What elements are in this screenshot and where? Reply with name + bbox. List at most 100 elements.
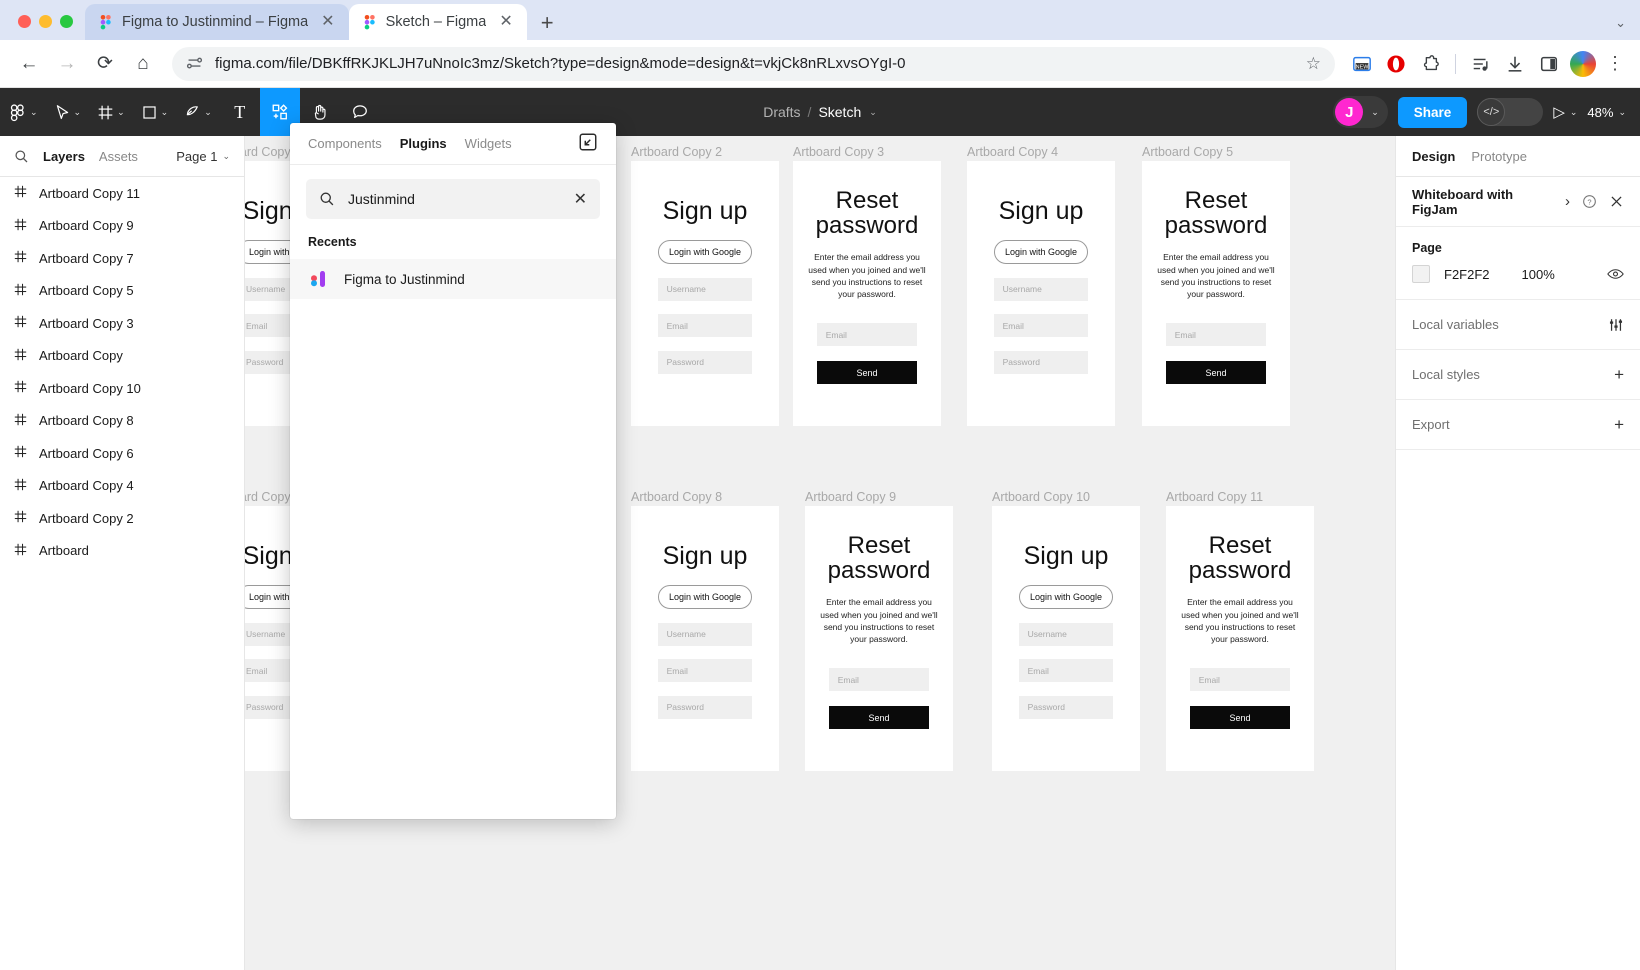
playlist-music-icon[interactable] bbox=[1466, 49, 1496, 79]
page-color-swatch[interactable] bbox=[1412, 265, 1430, 283]
artboard[interactable]: ResetpasswordEnter the email address you… bbox=[805, 506, 953, 771]
frame-icon bbox=[14, 250, 27, 266]
breadcrumb-project[interactable]: Drafts bbox=[763, 104, 800, 120]
plugin-list-item[interactable]: Figma to Justinmind bbox=[290, 259, 616, 299]
variables-sliders-icon[interactable] bbox=[1608, 317, 1624, 333]
tab-design[interactable]: Design bbox=[1412, 149, 1455, 164]
window-menu-chevron-icon[interactable]: ⌄ bbox=[1615, 15, 1626, 31]
pen-tool-button[interactable]: ⌄ bbox=[176, 88, 220, 136]
dev-mode-toggle[interactable]: </> bbox=[1477, 98, 1543, 126]
site-settings-icon[interactable] bbox=[186, 55, 203, 72]
layer-row[interactable]: Artboard Copy 6 bbox=[0, 437, 244, 470]
avatar-chevron-icon[interactable]: ⌄ bbox=[1371, 107, 1379, 118]
layer-row[interactable]: Artboard Copy 11 bbox=[0, 177, 244, 210]
address-bar[interactable]: figma.com/file/DBKffRKJKLJH7uNnoIc3mz/Sk… bbox=[172, 47, 1335, 81]
artboard-label[interactable]: Artboard Copy 5 bbox=[1142, 145, 1233, 159]
eye-icon[interactable] bbox=[1607, 267, 1624, 281]
tab-widgets[interactable]: Widgets bbox=[465, 136, 512, 151]
new-badge-icon[interactable]: NEW bbox=[1347, 49, 1377, 79]
browser-menu-button[interactable]: ⋮ bbox=[1602, 57, 1628, 70]
tab-prototype[interactable]: Prototype bbox=[1471, 149, 1527, 164]
artboard[interactable]: ResetpasswordEnter the email address you… bbox=[1142, 161, 1290, 426]
tab-components[interactable]: Components bbox=[308, 136, 382, 151]
breadcrumb-chevron-icon[interactable]: ⌄ bbox=[869, 107, 877, 118]
artboard[interactable]: Sign upLogin with GoogleUsernameEmailPas… bbox=[967, 161, 1115, 426]
side-panel-icon[interactable] bbox=[1534, 49, 1564, 79]
close-icon[interactable] bbox=[1609, 194, 1624, 209]
layer-row[interactable]: Artboard Copy 5 bbox=[0, 275, 244, 308]
layer-row[interactable]: Artboard Copy 9 bbox=[0, 210, 244, 243]
artboard[interactable]: Sign upLogin with GoogleUsernameEmailPas… bbox=[992, 506, 1140, 771]
move-tool-button[interactable]: ⌄ bbox=[46, 88, 90, 136]
close-window-button[interactable] bbox=[18, 15, 31, 28]
clear-search-icon[interactable]: ✕ bbox=[574, 189, 587, 209]
artboard-label[interactable]: Artboard Copy 4 bbox=[967, 145, 1058, 159]
artboard-label[interactable]: Artboard Copy 9 bbox=[805, 490, 896, 504]
plugin-search-box[interactable]: Justinmind ✕ bbox=[306, 179, 600, 219]
layer-row[interactable]: Artboard Copy 4 bbox=[0, 470, 244, 503]
layer-row[interactable]: Artboard Copy bbox=[0, 340, 244, 373]
back-button[interactable]: ← bbox=[12, 47, 46, 81]
present-button[interactable]: ▷ ⌄ bbox=[1553, 103, 1577, 121]
download-icon[interactable] bbox=[1500, 49, 1530, 79]
collaborator-avatars[interactable]: J ⌄ bbox=[1333, 96, 1388, 128]
layer-row[interactable]: Artboard Copy 2 bbox=[0, 502, 244, 535]
export-row[interactable]: Export + bbox=[1396, 400, 1640, 450]
tab-assets[interactable]: Assets bbox=[99, 149, 138, 164]
browser-tab-close-icon[interactable]: ✕ bbox=[317, 12, 338, 32]
browser-tab-0[interactable]: Figma to Justinmind – Figma ✕ bbox=[85, 4, 349, 40]
local-styles-row[interactable]: Local styles + bbox=[1396, 350, 1640, 400]
artboard-label[interactable]: Artboard Copy 10 bbox=[992, 490, 1090, 504]
layer-row[interactable]: Artboard bbox=[0, 535, 244, 568]
home-button[interactable]: ⌂ bbox=[126, 47, 160, 81]
profile-avatar-icon[interactable] bbox=[1568, 49, 1598, 79]
login-with-google-button: Login with Google bbox=[658, 585, 753, 610]
artboard-label[interactable]: Artboard Copy bbox=[245, 145, 291, 159]
breadcrumb-file[interactable]: Sketch bbox=[818, 104, 861, 120]
add-local-style-icon[interactable]: + bbox=[1614, 365, 1624, 385]
tab-layers[interactable]: Layers bbox=[43, 149, 85, 164]
artboard[interactable]: Sign upLogin with GoogleUsernameEmailPas… bbox=[631, 506, 779, 771]
new-tab-button[interactable]: + bbox=[527, 12, 566, 40]
minimize-window-button[interactable] bbox=[39, 15, 52, 28]
figma-menu-button[interactable]: ⌄ bbox=[0, 88, 46, 136]
text-tool-button[interactable]: T bbox=[220, 88, 260, 136]
layer-row[interactable]: Artboard Copy 8 bbox=[0, 405, 244, 438]
extensions-puzzle-icon[interactable] bbox=[1415, 49, 1445, 79]
tab-plugins[interactable]: Plugins bbox=[400, 136, 447, 151]
layer-row[interactable]: Artboard Copy 7 bbox=[0, 242, 244, 275]
page-selector[interactable]: Page 1 ⌄ bbox=[176, 149, 230, 164]
chevron-right-icon[interactable]: › bbox=[1565, 193, 1570, 210]
reload-button[interactable]: ⟳ bbox=[88, 47, 122, 81]
zoom-control[interactable]: 48% ⌄ bbox=[1587, 105, 1626, 120]
layer-row[interactable]: Artboard Copy 3 bbox=[0, 307, 244, 340]
page-color-hex[interactable]: F2F2F2 bbox=[1444, 267, 1490, 282]
add-export-icon[interactable]: + bbox=[1614, 415, 1624, 435]
page-color-opacity[interactable]: 100% bbox=[1522, 267, 1555, 282]
frame-tool-button[interactable]: ⌄ bbox=[89, 88, 133, 136]
browser-tab-1[interactable]: Sketch – Figma ✕ bbox=[349, 4, 527, 40]
artboard[interactable]: Sign upLogin with GoogleUsernameEmailPas… bbox=[631, 161, 779, 426]
maximize-window-button[interactable] bbox=[60, 15, 73, 28]
expand-panel-icon[interactable] bbox=[578, 132, 598, 155]
forward-button[interactable]: → bbox=[50, 47, 84, 81]
browser-tab-close-icon[interactable]: ✕ bbox=[495, 12, 516, 32]
artboard-label[interactable]: Artboard Copy 8 bbox=[631, 490, 722, 504]
whiteboard-figjam-row[interactable]: Whiteboard with FigJam › ? bbox=[1396, 177, 1640, 227]
plugin-search-input[interactable]: Justinmind bbox=[348, 191, 561, 207]
local-variables-row[interactable]: Local variables bbox=[1396, 300, 1640, 350]
layer-row[interactable]: Artboard Copy 10 bbox=[0, 372, 244, 405]
avatar[interactable]: J bbox=[1335, 98, 1363, 126]
opera-red-icon[interactable] bbox=[1381, 49, 1411, 79]
artboard[interactable]: ResetpasswordEnter the email address you… bbox=[793, 161, 941, 426]
share-button[interactable]: Share bbox=[1398, 97, 1468, 128]
shape-tool-button[interactable]: ⌄ bbox=[133, 88, 177, 136]
help-circle-icon[interactable]: ? bbox=[1582, 194, 1597, 209]
artboard-label[interactable]: Artboard Copy 3 bbox=[793, 145, 884, 159]
page-color-row[interactable]: F2F2F2 100% bbox=[1396, 261, 1640, 300]
artboard-label[interactable]: Artboard Copy 11 bbox=[1166, 490, 1263, 504]
bookmark-star-icon[interactable]: ☆ bbox=[1306, 54, 1321, 74]
search-icon[interactable] bbox=[14, 149, 29, 164]
artboard[interactable]: ResetpasswordEnter the email address you… bbox=[1166, 506, 1314, 771]
artboard-label[interactable]: Artboard Copy 2 bbox=[631, 145, 722, 159]
